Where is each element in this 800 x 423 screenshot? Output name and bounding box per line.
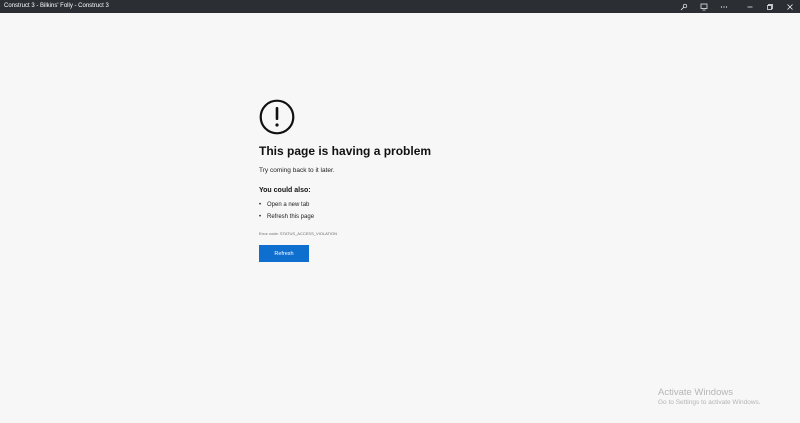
refresh-button[interactable]: Refresh — [259, 245, 309, 262]
restore-icon[interactable] — [760, 0, 780, 13]
error-code: Error code: STATUS_ACCESS_VIOLATION — [259, 231, 338, 236]
cast-icon[interactable] — [694, 0, 714, 13]
bullet-icon: • — [259, 214, 262, 220]
minimize-icon[interactable] — [740, 0, 760, 13]
window-controls — [674, 0, 800, 13]
bullet-icon: • — [259, 202, 262, 208]
watermark-title: Activate Windows — [658, 387, 733, 398]
options-list: • Open a new tab • Refresh this page — [259, 199, 314, 223]
list-item: • Refresh this page — [259, 211, 314, 223]
title-bar: Construct 3 - Bilkins' Folly - Construct… — [0, 0, 800, 13]
window-title: Construct 3 - Bilkins' Folly - Construct… — [4, 3, 109, 9]
more-icon[interactable] — [714, 0, 734, 13]
watermark-subtitle: Go to Settings to activate Windows. — [658, 399, 761, 406]
page-title: This page is having a problem — [259, 144, 432, 158]
pin-icon[interactable] — [674, 0, 694, 13]
error-content: This page is having a problem Try coming… — [259, 99, 559, 262]
option-open-new-tab: Open a new tab — [267, 202, 310, 208]
option-refresh-page: Refresh this page — [267, 214, 315, 220]
options-heading: You could also: — [259, 187, 311, 194]
list-item: • Open a new tab — [259, 199, 314, 211]
alert-circle-icon — [259, 99, 295, 135]
error-subtitle: Try coming back to it later. — [259, 167, 335, 174]
activation-watermark: Activate Windows Go to Settings to activ… — [658, 387, 761, 407]
close-icon[interactable] — [780, 0, 800, 13]
